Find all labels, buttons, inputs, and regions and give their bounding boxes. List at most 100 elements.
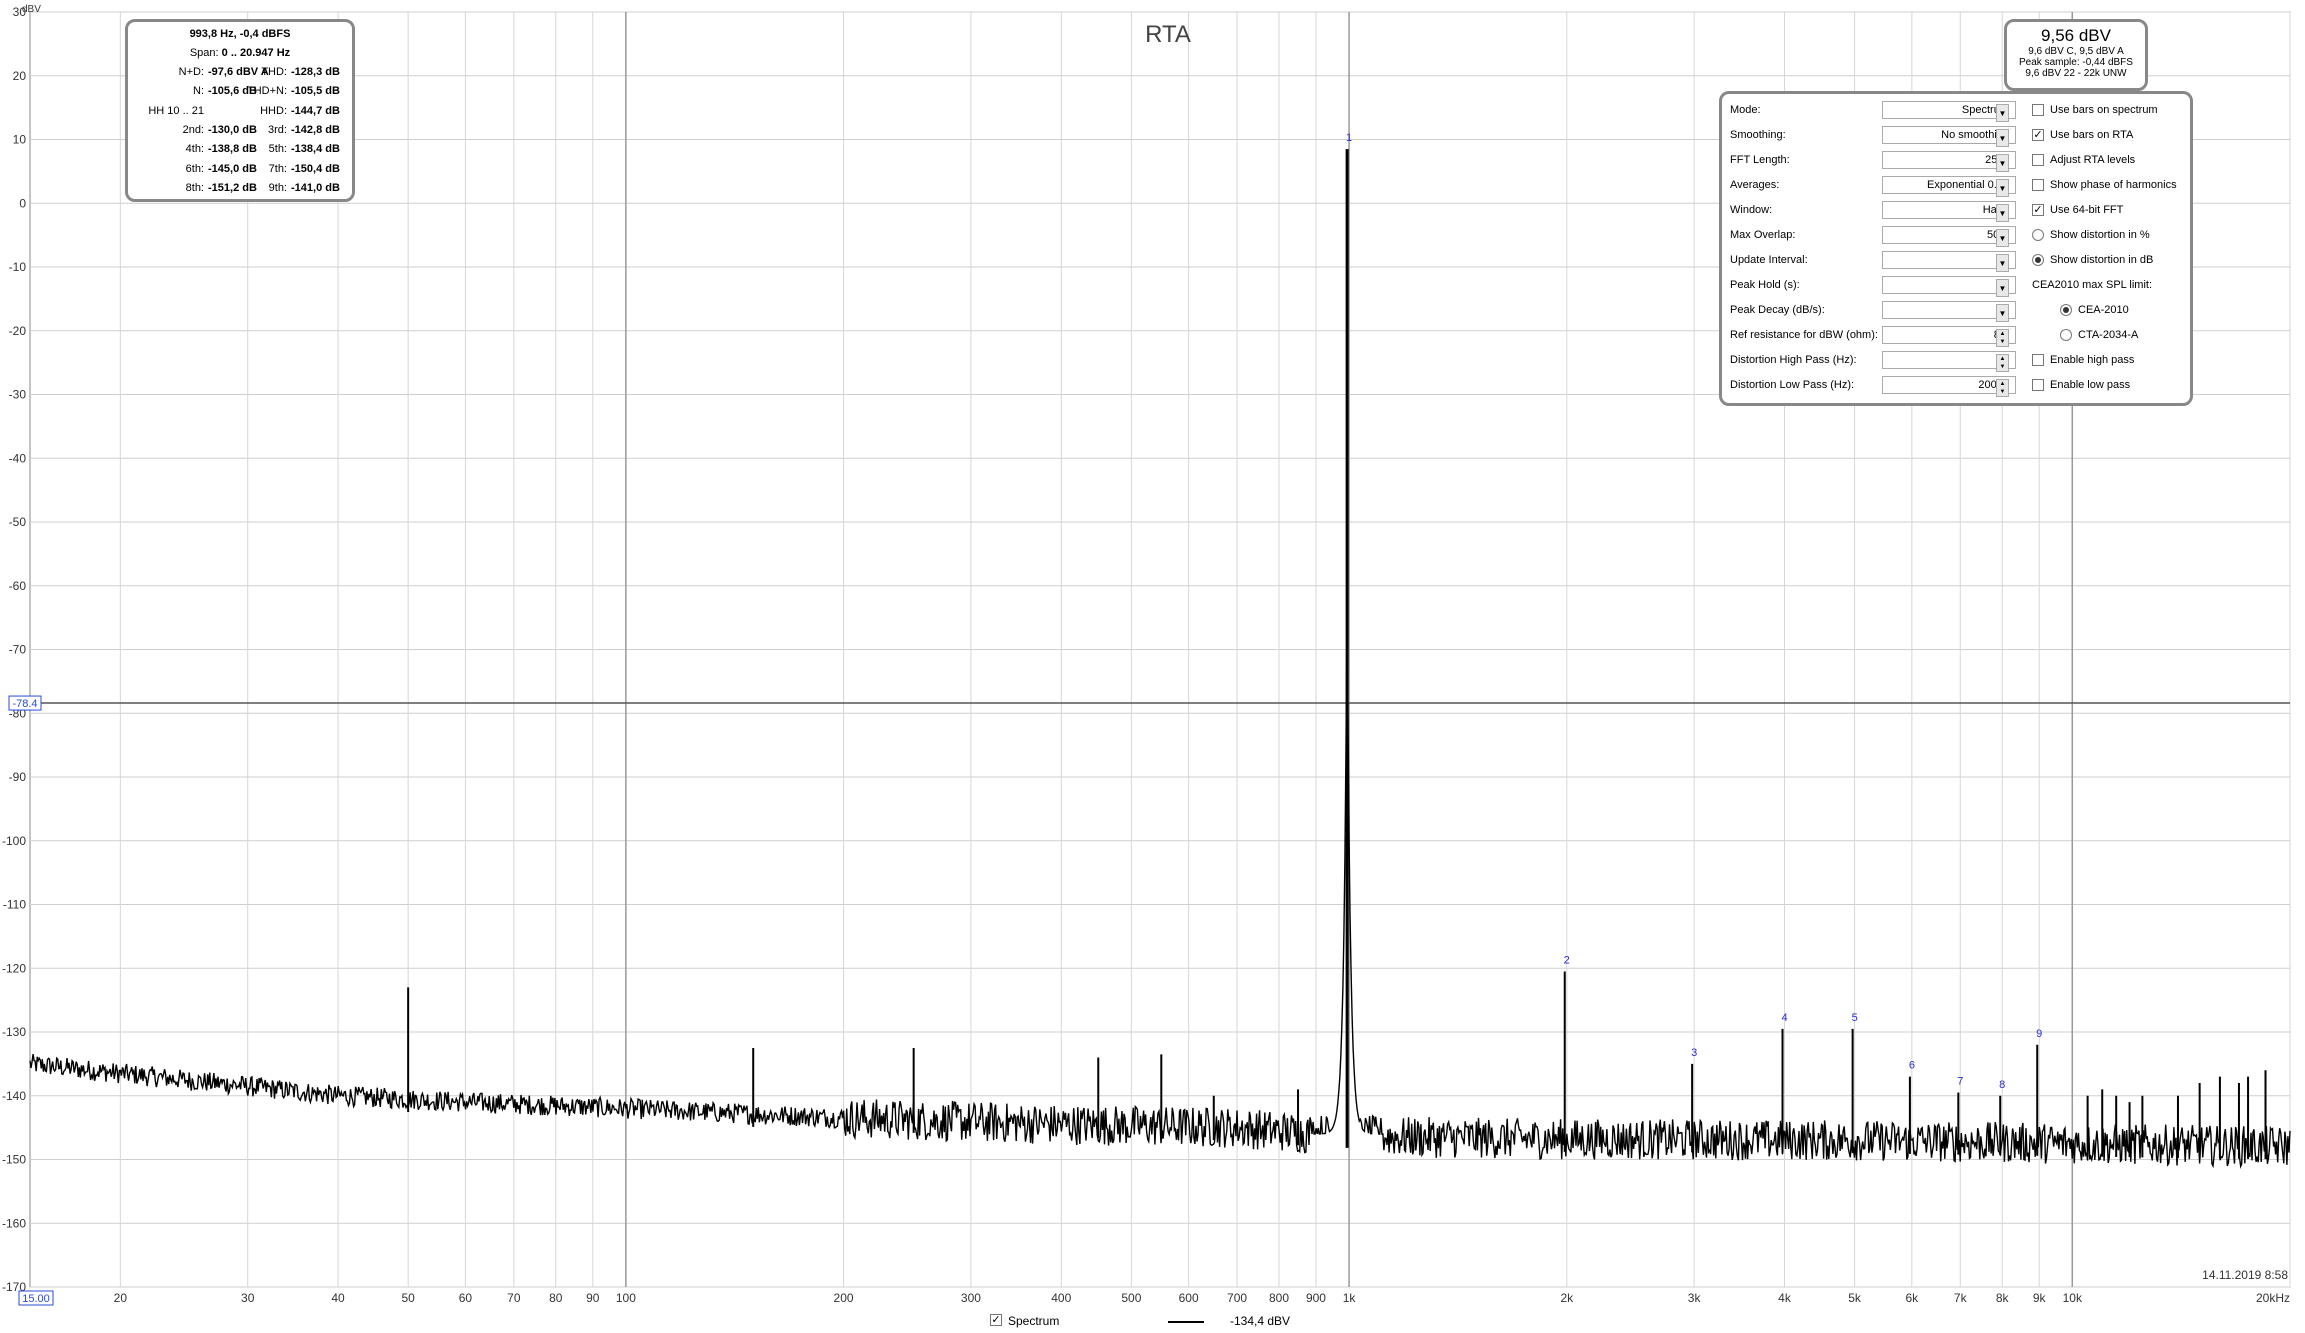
span-value: 0 .. 20.947 Hz	[221, 47, 291, 59]
dropdown-arrow-icon[interactable]: ▼	[1996, 279, 2009, 297]
x-tick-label: 3k	[1688, 1291, 1702, 1305]
option-checkbox[interactable]	[2032, 104, 2044, 116]
x-tick-label: 400	[1051, 1291, 1071, 1305]
option-checkbox[interactable]: ✓	[2032, 204, 2044, 216]
option-checkbox[interactable]	[2032, 379, 2044, 391]
legend-value: -134,4 dBV	[1230, 1314, 1291, 1328]
stat-value-right: -105,5 dB	[291, 85, 340, 98]
option-radio[interactable]	[2032, 254, 2044, 266]
dropdown-arrow-icon[interactable]: ▼	[1996, 129, 2009, 147]
x-tick-label: 200	[834, 1291, 854, 1305]
y-tick-label: 0	[19, 196, 26, 210]
stat-label-right: 5th:	[268, 143, 287, 156]
spinner-arrows-icon[interactable]: ▲ ▼	[1996, 329, 2009, 347]
control-dropdown[interactable]: 1▼	[1882, 251, 2016, 272]
control-row: FFT Length: 256k▼	[1722, 151, 2042, 172]
stat-label-right: 9th:	[268, 181, 287, 194]
dropdown-arrow-icon[interactable]: ▼	[1996, 254, 2009, 272]
control-label: FFT Length:	[1730, 154, 1790, 166]
stat-value-right: -138,4 dB	[291, 143, 340, 156]
option-label: Show distortion in dB	[2050, 254, 2154, 266]
x-tick-label: 700	[1227, 1291, 1247, 1305]
x-start-label[interactable]: 15.00	[22, 1293, 50, 1305]
option-label: Use bars on RTA	[2050, 129, 2134, 141]
spinner-arrows-icon[interactable]: ▲ ▼	[1996, 379, 2009, 397]
control-label: Smoothing:	[1730, 129, 1786, 141]
dropdown-arrow-icon[interactable]: ▼	[1996, 304, 2009, 322]
control-label: Max Overlap:	[1730, 229, 1796, 241]
harmonic-label: 4	[1781, 1012, 1787, 1024]
option-label: Use 64-bit FFT	[2050, 204, 2124, 216]
dropdown-arrow-icon[interactable]: ▼	[1996, 154, 2009, 172]
control-dropdown[interactable]: Exponential 0.88 ▼	[1882, 176, 2016, 197]
control-label: Window:	[1730, 204, 1773, 216]
stat-value-left: -151,2 dB	[208, 181, 257, 194]
timestamp: 14.11.2019 8:58	[2202, 1268, 2288, 1282]
option-label: Use bars on spectrum	[2050, 104, 2158, 116]
control-label: Averages:	[1730, 179, 1780, 191]
control-dropdown[interactable]: 256k▼	[1882, 151, 2016, 172]
control-spinner[interactable]: 20▲▼	[1882, 351, 2016, 372]
control-dropdown[interactable]: No smoothing ▼	[1882, 126, 2016, 147]
x-tick-label: 2k	[1560, 1291, 1574, 1305]
option-label: CEA-2010	[2078, 304, 2129, 316]
stat-value-right: -128,3 dB	[291, 66, 340, 78]
legend-spectrum-checkbox[interactable]: ✓	[990, 1314, 1002, 1326]
x-tick-label: 20kHz	[2256, 1291, 2290, 1305]
y-tick-label: -30	[9, 388, 27, 402]
y-tick-label: -130	[2, 1025, 26, 1039]
option-checkbox[interactable]: ✓	[2032, 129, 2044, 141]
dropdown-arrow-icon[interactable]: ▼	[1996, 179, 2009, 197]
option-checkbox[interactable]	[2032, 354, 2044, 366]
dropdown-arrow-icon[interactable]: ▼	[1996, 204, 2009, 222]
stat-label-left: N:	[193, 85, 204, 98]
control-dropdown[interactable]: 50%▼	[1882, 226, 2016, 247]
stat-label-left: 2nd:	[182, 123, 204, 136]
control-dropdown[interactable]: Spectrum ▼	[1882, 101, 2016, 122]
control-label: Update Interval:	[1730, 254, 1808, 266]
harmonic-label: 8	[1999, 1079, 2005, 1091]
stats-header: 993,8 Hz, -0,4 dBFS	[189, 28, 291, 40]
option-checkbox[interactable]	[2032, 154, 2044, 166]
option-radio[interactable]	[2060, 329, 2072, 341]
x-tick-label: 70	[507, 1291, 521, 1305]
stat-label-right: THD:	[261, 66, 287, 78]
x-tick-label: 7k	[1954, 1291, 1968, 1305]
span-label: Span:	[189, 47, 219, 59]
x-tick-label: 9k	[2033, 1291, 2047, 1305]
dropdown-arrow-icon[interactable]: ▼	[1996, 229, 2009, 247]
option-radio[interactable]	[2060, 304, 2072, 316]
y-tick-label: -70	[9, 643, 27, 657]
spinner-arrows-icon[interactable]: ▲ ▼	[1996, 354, 2009, 372]
option-label: CTA-2034-A	[2078, 329, 2139, 341]
control-dropdown[interactable]: Hann▼	[1882, 201, 2016, 222]
legend-line-swatch	[1168, 1321, 1204, 1323]
stats-panel: 993,8 Hz, -0,4 dBFS Span: 0 .. 20.947 Hz…	[125, 19, 355, 202]
y-tick-label: -110	[3, 898, 26, 912]
control-spinner[interactable]: 8,0▲▼	[1882, 326, 2016, 347]
y-tick-label: -50	[9, 515, 27, 529]
control-label: Peak Hold (s):	[1730, 279, 1800, 291]
y-tick-label: -100	[2, 834, 26, 848]
level-weighted: 9,6 dBV C, 9,5 dBV A	[2028, 46, 2124, 57]
control-spinner[interactable]: 20000 ▲ ▼	[1882, 376, 2016, 397]
dropdown-arrow-icon[interactable]: ▼	[1996, 104, 2009, 122]
stat-value-right: -141,0 dB	[291, 181, 340, 194]
level-panel: 9,56 dBV 9,6 dBV C, 9,5 dBV A Peak sampl…	[2004, 19, 2148, 91]
y-tick-label: 10	[13, 133, 27, 147]
cursor-label[interactable]: -78.4	[12, 698, 37, 710]
stats-span: Span: 0 .. 20.947 Hz	[128, 47, 352, 59]
stat-value-right: -142,8 dB	[291, 123, 340, 136]
option-label: CEA2010 max SPL limit:	[2032, 279, 2153, 291]
control-dropdown[interactable]: 0▼	[1882, 301, 2016, 322]
option-checkbox[interactable]	[2032, 179, 2044, 191]
x-tick-label: 20	[114, 1291, 128, 1305]
option-radio[interactable]	[2032, 229, 2044, 241]
control-row: Peak Hold (s): 0▼	[1722, 276, 2042, 297]
control-row: Mode: Spectrum ▼	[1722, 101, 2042, 122]
control-dropdown[interactable]: 0▼	[1882, 276, 2016, 297]
control-row: Max Overlap: 50%▼	[1722, 226, 2042, 247]
y-tick-label: -10	[9, 260, 27, 274]
control-row: Smoothing: No smoothing ▼	[1722, 126, 2042, 147]
stat-label-right: THD+N:	[246, 85, 287, 98]
